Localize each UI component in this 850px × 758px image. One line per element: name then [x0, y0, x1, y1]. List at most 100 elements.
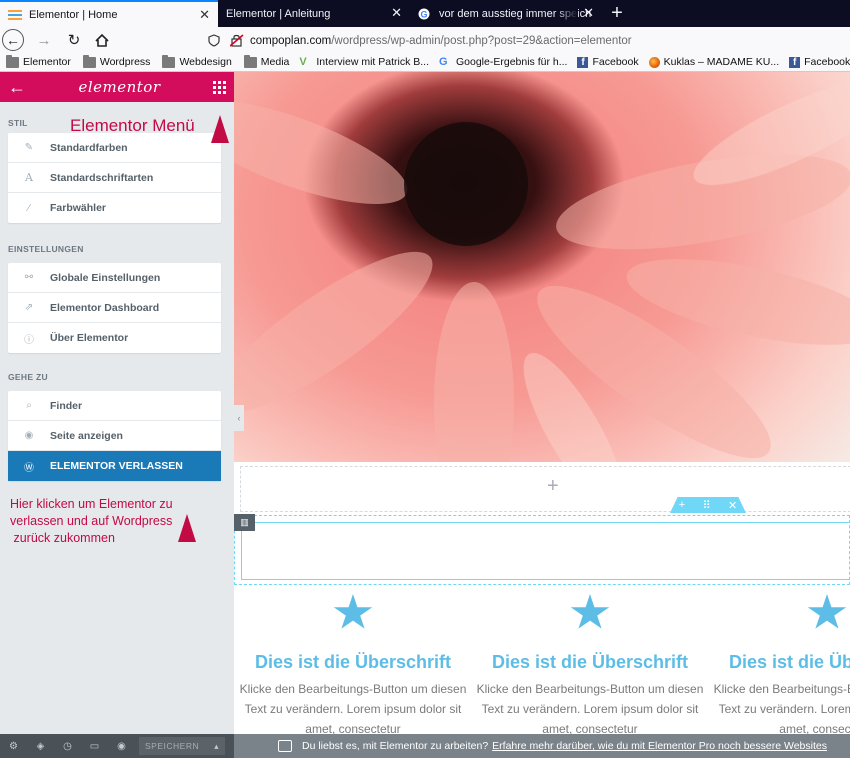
- feature-text: Klicke den Bearbeitungs-Button um diesen…: [713, 682, 850, 734]
- panel-header: ← elementor: [0, 72, 234, 102]
- drag-handle-icon[interactable]: ⠿: [703, 499, 711, 512]
- save-button[interactable]: SPEICHERN ▴: [139, 737, 225, 755]
- bookmark-kuklas[interactable]: Kuklas – MADAME KU...: [648, 56, 780, 68]
- empty-section-dropzone[interactable]: +: [240, 466, 850, 512]
- annotation-elementor-menu: Elementor Menü: [70, 116, 195, 135]
- menu-item-label: Farbwähler: [50, 202, 107, 214]
- close-tab-icon[interactable]: ✕: [199, 8, 210, 21]
- bookmark-label: Facebook: [592, 56, 639, 68]
- history-icon[interactable]: ◷: [54, 741, 81, 752]
- google-favicon-icon: G: [418, 8, 432, 20]
- eye-icon: ◉: [24, 430, 34, 441]
- column-handle-icon[interactable]: ▥: [234, 514, 255, 531]
- google-icon: G: [439, 55, 448, 68]
- bookmark-interview[interactable]: V Interview mit Patrick B...: [299, 56, 429, 68]
- menu-item-seite-anzeigen[interactable]: ◉ Seite anzeigen: [8, 421, 221, 451]
- insecure-lock-icon: [230, 34, 244, 47]
- menu-item-globale-einstellungen[interactable]: ⚯ Globale Einstellungen: [8, 263, 221, 293]
- folder-icon: [6, 54, 19, 68]
- preview-eye-icon[interactable]: ◉: [108, 741, 135, 752]
- selected-section[interactable]: [234, 515, 850, 585]
- folder-icon: [243, 54, 257, 68]
- hero-flower-image: [234, 72, 850, 462]
- gear-icon[interactable]: ⚙: [0, 741, 27, 752]
- tab-elementor-home[interactable]: Elementor | Home ✕: [0, 0, 218, 27]
- exit-elementor-button[interactable]: Ⓦ ELEMENTOR VERLASSEN: [8, 451, 221, 481]
- back-button[interactable]: ←: [0, 28, 24, 52]
- bookmark-facebook[interactable]: f Facebook: [577, 56, 639, 68]
- shield-icon: [208, 34, 220, 47]
- tab-fade: [556, 0, 578, 27]
- menu-item-elementor-dashboard[interactable]: ⇗ Elementor Dashboard: [8, 293, 221, 323]
- menu-item-label: Seite anzeigen: [50, 429, 123, 442]
- back-arrow-icon[interactable]: ←: [8, 77, 26, 98]
- brush-icon: ✎: [24, 142, 34, 153]
- bookmark-media[interactable]: Media: [243, 54, 289, 68]
- facebook-icon: f: [577, 56, 589, 68]
- bookmark-elementor[interactable]: Elementor: [6, 54, 71, 68]
- section-title-gehe-zu: GEHE ZU: [8, 372, 48, 382]
- add-section-icon[interactable]: +: [547, 475, 559, 498]
- close-tab-icon[interactable]: ✕: [391, 6, 402, 19]
- chevron-up-icon[interactable]: ▴: [214, 741, 219, 752]
- vimeo-icon: V: [299, 55, 307, 68]
- collapse-panel-button[interactable]: ‹: [234, 405, 244, 431]
- external-link-icon: ⇗: [24, 302, 34, 313]
- home-button[interactable]: [90, 28, 114, 52]
- section-handle[interactable]: + ⠿ ✕: [670, 497, 746, 513]
- bookmark-label: Kuklas – MADAME KU...: [663, 56, 780, 68]
- bookmark-facebook-2[interactable]: f Facebook: [789, 56, 850, 68]
- star-icon: [807, 594, 847, 629]
- annotation-line: Hier klicken um Elementor zu: [10, 497, 173, 511]
- menu-item-label: Über Elementor: [50, 332, 129, 344]
- tab-label: Elementor | Anleitung: [226, 7, 331, 20]
- apps-grid-icon[interactable]: [212, 80, 226, 94]
- forward-arrow-icon: →: [36, 31, 52, 49]
- bookmark-label: Google-Ergebnis für h...: [456, 56, 568, 68]
- feature-text: Klicke den Bearbeitungs-Button um diesen…: [476, 682, 704, 734]
- bookmark-google[interactable]: G Google-Ergebnis für h...: [439, 56, 567, 68]
- font-icon: A: [25, 171, 33, 184]
- menu-item-label: Standardfarben: [50, 141, 128, 154]
- reload-button[interactable]: ↻: [62, 28, 86, 52]
- browser-nav-bar: ← → ↻ compoplan.com/wordpress/wp-admin/p…: [0, 27, 850, 53]
- selected-column[interactable]: [241, 522, 850, 580]
- search-icon: ⌕: [26, 400, 32, 411]
- feature-title: Dies ist die Überschrift: [728, 652, 850, 672]
- bookmark-wordpress[interactable]: Wordpress: [82, 54, 151, 68]
- menu-item-ueber-elementor[interactable]: ⓘ Über Elementor: [8, 323, 221, 353]
- section-title-einstellungen: EINSTELLUNGEN: [8, 244, 84, 254]
- menu-item-label: Standardschriftarten: [50, 171, 154, 184]
- notice-icon: [278, 740, 292, 752]
- add-icon[interactable]: +: [679, 499, 685, 511]
- feature-box: Dies ist die Überschrift Klicke den Bear…: [238, 594, 468, 734]
- bookmark-label: Webdesign: [179, 56, 232, 68]
- notice-link[interactable]: Erfahre mehr darüber, wie du mit Element…: [492, 740, 827, 752]
- eyedropper-icon: ⁄: [28, 202, 30, 214]
- forward-button[interactable]: →: [32, 28, 56, 52]
- navigator-icon[interactable]: ◈: [27, 741, 54, 752]
- bookmark-label: Wordpress: [99, 56, 151, 68]
- chevron-left-icon: ‹: [237, 413, 241, 423]
- menu-item-standardfarben[interactable]: ✎ Standardfarben: [8, 133, 221, 163]
- star-icon: [570, 594, 610, 629]
- promo-notice-bar: Du liebst es, mit Elementor zu arbeiten?…: [234, 734, 850, 758]
- folder-icon: [82, 54, 96, 68]
- menu-item-farbwaehler[interactable]: ⁄ Farbwähler: [8, 193, 221, 223]
- new-tab-button[interactable]: +: [602, 0, 632, 27]
- flower-petals-graphic: [234, 79, 850, 462]
- menu-group-stil: ✎ Standardfarben A Standardschriftarten ⁄ F…: [8, 133, 221, 223]
- url-bar[interactable]: compoplan.com/wordpress/wp-admin/post.ph…: [208, 30, 850, 51]
- close-tab-icon[interactable]: ✕: [583, 6, 594, 19]
- close-icon[interactable]: ✕: [728, 499, 737, 512]
- menu-item-finder[interactable]: ⌕ Finder: [8, 391, 221, 421]
- bookmark-webdesign[interactable]: Webdesign: [162, 54, 232, 68]
- notice-text: Du liebst es, mit Elementor zu arbeiten?: [302, 740, 489, 752]
- tab-elementor-anleitung[interactable]: Elementor | Anleitung ✕: [218, 0, 410, 27]
- tab-google-search[interactable]: G vor dem ausstieg immer speich ✕: [410, 0, 602, 27]
- menu-item-standardschriftarten[interactable]: A Standardschriftarten: [8, 163, 221, 193]
- elementor-panel: ← elementor STIL ✎ Standardfarben A Standa…: [0, 72, 234, 734]
- responsive-icon[interactable]: ▭: [81, 741, 108, 752]
- menu-item-label: Elementor Dashboard: [50, 301, 160, 314]
- bookmark-label: Elementor: [23, 56, 71, 68]
